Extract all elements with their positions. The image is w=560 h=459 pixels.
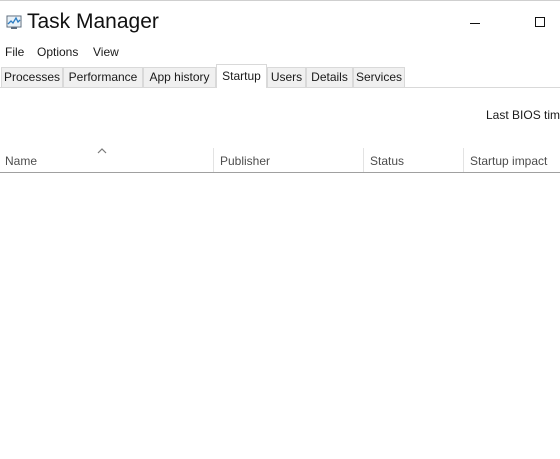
column-divider[interactable] xyxy=(213,148,214,172)
menu-view[interactable]: View xyxy=(93,45,119,59)
title-bar[interactable]: Task Manager xyxy=(0,1,560,41)
menu-file[interactable]: File xyxy=(5,45,24,59)
column-divider[interactable] xyxy=(363,148,364,172)
tab-startup[interactable]: Startup xyxy=(216,64,267,88)
column-header-status[interactable]: Status xyxy=(370,148,463,172)
tab-strip-border xyxy=(0,87,560,88)
column-header-startup-impact[interactable]: Startup impact xyxy=(470,148,560,172)
column-header-name[interactable]: Name xyxy=(5,148,213,172)
startup-list[interactable] xyxy=(0,173,560,459)
tab-details[interactable]: Details xyxy=(306,67,353,87)
task-manager-window: Task Manager File Options View Processes… xyxy=(0,0,560,459)
menu-options[interactable]: Options xyxy=(37,45,78,59)
menu-bar: File Options View xyxy=(0,42,560,62)
maximize-button[interactable] xyxy=(520,7,560,37)
column-header-publisher[interactable]: Publisher xyxy=(220,148,363,172)
tab-users[interactable]: Users xyxy=(267,67,306,87)
tab-services[interactable]: Services xyxy=(353,67,405,87)
last-bios-time-label: Last BIOS time: xyxy=(486,108,560,122)
task-manager-icon xyxy=(6,14,22,30)
tab-performance[interactable]: Performance xyxy=(63,67,143,87)
minimize-button[interactable] xyxy=(455,7,495,37)
tab-app-history[interactable]: App history xyxy=(143,67,216,87)
tab-processes[interactable]: Processes xyxy=(1,67,63,87)
minimize-icon xyxy=(470,23,480,24)
window-title: Task Manager xyxy=(27,10,159,33)
maximize-icon xyxy=(535,17,545,27)
column-divider[interactable] xyxy=(463,148,464,172)
